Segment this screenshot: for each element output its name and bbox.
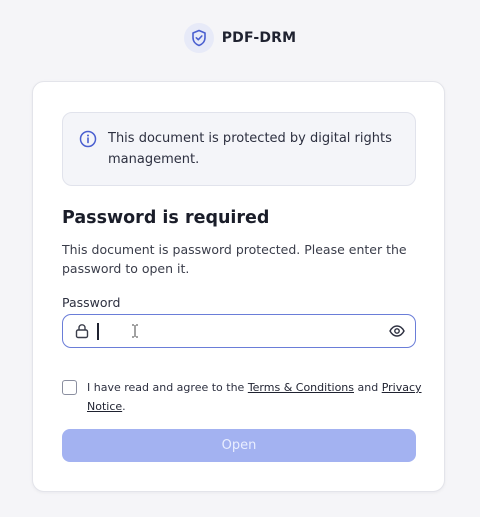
show-password-eye-icon[interactable] [389,325,405,337]
brand-header: PDF-DRM [0,22,480,54]
agreement-row: I have read and agree to the Terms & Con… [62,378,422,416]
notice-text: This document is protected by digital ri… [108,131,392,167]
page-description: This document is password protected. Ple… [62,242,407,276]
open-button[interactable]: Open [62,429,416,462]
agree-middle: and [354,381,382,394]
password-field[interactable] [62,314,416,348]
drm-notice: This document is protected by digital ri… [62,112,416,186]
shield-check-icon [183,23,214,53]
agree-suffix: . [122,400,126,413]
password-label: Password [62,295,121,310]
lock-icon [75,324,89,339]
password-card: This document is protected by digital ri… [32,81,445,492]
page-title: Password is required [62,208,270,228]
brand-name: PDF-DRM [221,30,297,46]
text-caret [97,323,99,340]
info-icon [79,130,97,148]
agree-checkbox[interactable] [62,380,77,395]
ibeam-cursor-icon [132,324,138,338]
agree-prefix: I have read and agree to the [87,381,248,394]
terms-link[interactable]: Terms & Conditions [248,381,354,394]
agreement-text: I have read and agree to the Terms & Con… [87,378,422,416]
